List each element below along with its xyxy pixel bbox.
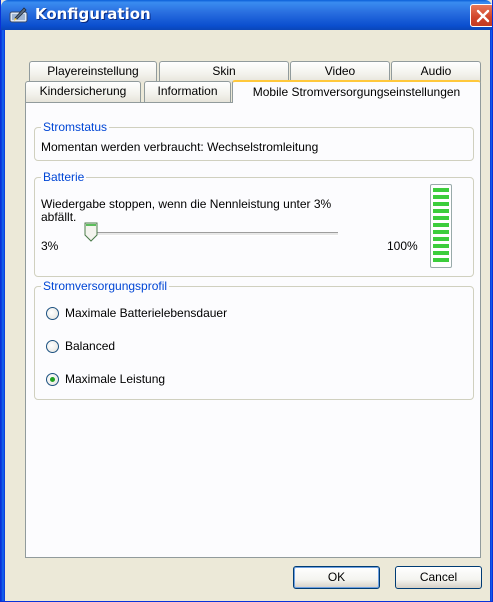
power-profile-radio[interactable] bbox=[46, 373, 59, 386]
battery-threshold-slider-thumb[interactable] bbox=[84, 222, 98, 242]
pen-tablet-icon bbox=[9, 6, 29, 24]
power-profile-radio[interactable] bbox=[46, 307, 59, 320]
power-status-group: Stromstatus Momentan werden verbraucht: … bbox=[34, 120, 474, 161]
tab-mobile-stromversorgung[interactable]: Mobile Stromversorgungseinstellungen bbox=[232, 80, 481, 103]
ok-button[interactable]: OK bbox=[293, 566, 380, 589]
tab-panel: Stromstatus Momentan werden verbraucht: … bbox=[25, 102, 481, 558]
tab-information[interactable]: Information bbox=[144, 81, 231, 102]
battery-level-fill bbox=[433, 188, 449, 264]
battery-level-icon bbox=[430, 184, 452, 268]
battery-description-line2: abfällt. bbox=[41, 210, 77, 224]
close-button[interactable] bbox=[470, 4, 492, 27]
battery-group: Batterie Wiedergabe stoppen, wenn die Ne… bbox=[34, 170, 474, 277]
cancel-button[interactable]: Cancel bbox=[395, 566, 482, 589]
battery-description-line1: Wiedergabe stoppen, wenn die Nennleistun… bbox=[41, 197, 332, 211]
power-profile-radio[interactable] bbox=[46, 340, 59, 353]
tab-playereinstellung[interactable]: Playereinstellung bbox=[29, 61, 157, 82]
battery-threshold-slider-track[interactable] bbox=[88, 232, 338, 236]
power-profile-legend: Stromversorgungsprofil bbox=[41, 279, 170, 293]
battery-legend: Batterie bbox=[41, 170, 87, 184]
power-status-text: Momentan werden verbraucht: Wechselstrom… bbox=[41, 140, 319, 154]
close-icon bbox=[476, 9, 490, 23]
power-profile-option-label[interactable]: Maximale Leistung bbox=[65, 372, 165, 386]
tab-audio[interactable]: Audio bbox=[391, 61, 481, 82]
power-profile-option-label[interactable]: Balanced bbox=[65, 339, 115, 353]
slider-min-label: 3% bbox=[41, 239, 59, 253]
window-title: Konfiguration bbox=[35, 5, 151, 23]
config-window: Konfiguration Playereinstellung Skin Vid… bbox=[0, 0, 493, 602]
power-profile-option-label[interactable]: Maximale Batterielebensdauer bbox=[65, 306, 227, 320]
slider-max-label: 100% bbox=[387, 239, 418, 253]
window-border-left bbox=[1, 30, 5, 601]
tab-skin[interactable]: Skin bbox=[159, 61, 289, 82]
tab-kindersicherung[interactable]: Kindersicherung bbox=[25, 81, 141, 102]
tab-video[interactable]: Video bbox=[290, 61, 390, 82]
power-status-legend: Stromstatus bbox=[41, 120, 110, 134]
titlebar[interactable]: Konfiguration bbox=[1, 0, 492, 30]
